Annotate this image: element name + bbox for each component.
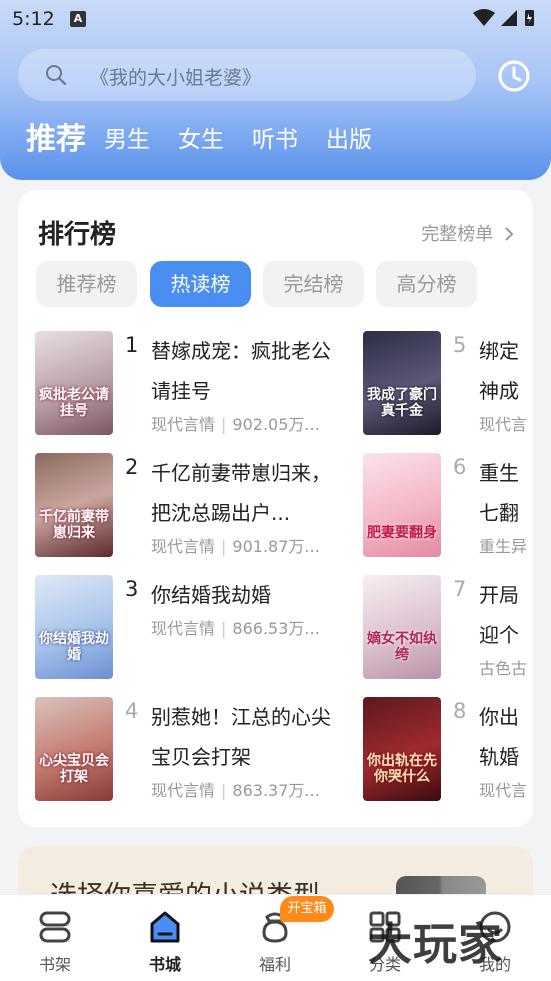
cover-title: 嫡女不如纨绔 bbox=[367, 631, 437, 663]
book-item[interactable]: 嫡女不如纨绔 7 开局迎个纨绔 古色古 bbox=[363, 575, 533, 679]
nav-label: 书城 bbox=[148, 955, 181, 974]
rank-tab-finished[interactable]: 完结榜 bbox=[263, 261, 364, 307]
book-item[interactable]: 你结婚我劫婚 3 你结婚我劫婚 现代言情 | 866.53万... bbox=[35, 575, 355, 679]
full-ranking-link[interactable]: 完整榜单 bbox=[421, 220, 515, 246]
rank-number: 3 bbox=[125, 577, 139, 601]
status-time: 5:12 bbox=[12, 8, 55, 30]
watermark-logo: 大玩家 bbox=[368, 919, 503, 970]
book-cover: 千亿前妻带崽归来 bbox=[35, 453, 113, 557]
book-genre: 现代言情 bbox=[151, 619, 216, 638]
bookstore-icon bbox=[150, 911, 180, 943]
full-ranking-label: 完整榜单 bbox=[421, 224, 494, 245]
book-reads: 901.87万... bbox=[232, 537, 320, 556]
rank-number: 4 bbox=[125, 699, 139, 723]
book-reads: 863.37万... bbox=[232, 781, 320, 800]
book-cover: 肥妻要翻身 bbox=[363, 453, 441, 557]
book-item[interactable]: 你出轨在先你哭什么 8 你出轨婚你哭 现代言 bbox=[363, 697, 533, 801]
bookshelf-icon bbox=[39, 911, 71, 943]
book-item[interactable]: 疯批老公请挂号 1 替嫁成宠：疯批老公请挂号 现代言情 | 902.05万... bbox=[35, 331, 355, 435]
tab-publishing[interactable]: 出版 bbox=[326, 118, 372, 162]
book-cover: 我成了豪门真千金 bbox=[363, 331, 441, 435]
tab-audiobook[interactable]: 听书 bbox=[252, 118, 298, 162]
book-title: 重生七翻身 bbox=[479, 461, 519, 525]
cover-title: 我成了豪门真千金 bbox=[367, 387, 437, 419]
rank-number: 8 bbox=[453, 699, 467, 723]
search-bar[interactable]: 《我的大小姐老婆》 bbox=[18, 49, 476, 101]
book-cover: 心尖宝贝会打架 bbox=[35, 697, 113, 801]
book-genre: 重生异 bbox=[479, 537, 528, 556]
book-genre: 现代言情 bbox=[151, 537, 216, 556]
ranking-title: 排行榜 bbox=[38, 220, 117, 250]
search-placeholder: 《我的大小姐老婆》 bbox=[90, 67, 262, 89]
book-meta: 现代言情 | 866.53万... bbox=[151, 619, 320, 638]
rank-number: 5 bbox=[453, 333, 467, 357]
book-title: 绑定神成了豪 bbox=[479, 339, 519, 403]
rank-number: 1 bbox=[125, 333, 139, 357]
book-reads: 866.53万... bbox=[232, 619, 320, 638]
cover-title: 你出轨在先你哭什么 bbox=[367, 753, 437, 785]
rank-number: 2 bbox=[125, 455, 139, 479]
rank-tab-hot[interactable]: 热读榜 bbox=[150, 261, 251, 307]
cover-title: 千亿前妻带崽归来 bbox=[39, 509, 109, 541]
cover-title: 疯批老公请挂号 bbox=[39, 387, 109, 419]
tab-recommend[interactable]: 推荐 bbox=[26, 118, 86, 162]
rank-number: 6 bbox=[453, 455, 467, 479]
book-meta: 现代言情 | 901.87万... bbox=[151, 537, 320, 556]
cover-title: 肥妻要翻身 bbox=[367, 525, 437, 541]
book-genre: 现代言情 bbox=[151, 415, 216, 434]
status-bar: 5:12 A bbox=[0, 0, 551, 38]
book-title: 你结婚我劫婚 bbox=[151, 583, 271, 607]
search-icon bbox=[46, 65, 67, 86]
cover-title: 你结婚我劫婚 bbox=[39, 631, 109, 663]
rank-tab-top-rated[interactable]: 高分榜 bbox=[376, 261, 477, 307]
book-genre: 现代言 bbox=[479, 415, 528, 434]
book-meta: 现代言情 | 902.05万... bbox=[151, 415, 320, 434]
book-genre: 古色古 bbox=[479, 659, 528, 678]
cover-title: 心尖宝贝会打架 bbox=[39, 753, 109, 785]
notification-icon: A bbox=[70, 11, 86, 27]
book-title: 千亿前妻带崽归来，把沈总踢出户... bbox=[151, 461, 331, 525]
book-item[interactable]: 千亿前妻带崽归来 2 千亿前妻带崽归来，把沈总踢出户... 现代言情 | 901.8… bbox=[35, 453, 355, 557]
ranking-card: 排行榜 完整榜单 推荐榜 热读榜 完结榜 高分榜 疯批老公请挂号 1 替嫁成宠：… bbox=[18, 190, 533, 827]
rank-number: 7 bbox=[453, 577, 467, 601]
nav-bookstore[interactable]: 书城 bbox=[110, 895, 220, 981]
book-title: 替嫁成宠：疯批老公请挂号 bbox=[151, 339, 331, 403]
book-title: 你出轨婚你哭 bbox=[479, 705, 519, 769]
book-genre: 现代言情 bbox=[151, 781, 216, 800]
tab-female[interactable]: 女生 bbox=[178, 118, 224, 162]
tab-male[interactable]: 男生 bbox=[104, 118, 150, 162]
rank-tab-recommend[interactable]: 推荐榜 bbox=[36, 261, 137, 307]
book-cover: 疯批老公请挂号 bbox=[35, 331, 113, 435]
treasure-box-badge: 开宝箱 bbox=[280, 896, 334, 922]
book-item[interactable]: 我成了豪门真千金 5 绑定神成了豪 现代言 bbox=[363, 331, 533, 435]
nav-bookshelf[interactable]: 书架 bbox=[0, 895, 110, 981]
book-cover: 你出轨在先你哭什么 bbox=[363, 697, 441, 801]
book-title: 别惹她！江总的心尖宝贝会打架 bbox=[151, 705, 331, 769]
book-reads: 902.05万... bbox=[232, 415, 320, 434]
history-clock-icon[interactable] bbox=[495, 57, 533, 95]
status-indicators-icon bbox=[473, 9, 534, 26]
nav-label: 福利 bbox=[258, 955, 291, 974]
book-title: 开局迎个纨绔 bbox=[479, 583, 519, 647]
book-cover: 嫡女不如纨绔 bbox=[363, 575, 441, 679]
book-meta: 现代言情 | 863.37万... bbox=[151, 781, 320, 800]
chevron-right-icon bbox=[505, 227, 514, 241]
book-item[interactable]: 肥妻要翻身 6 重生七翻身 重生异 bbox=[363, 453, 533, 557]
book-genre: 现代言 bbox=[479, 781, 528, 800]
nav-label: 书架 bbox=[38, 955, 71, 974]
book-cover: 你结婚我劫婚 bbox=[35, 575, 113, 679]
book-item[interactable]: 心尖宝贝会打架 4 别惹她！江总的心尖宝贝会打架 现代言情 | 863.37万... bbox=[35, 697, 355, 801]
